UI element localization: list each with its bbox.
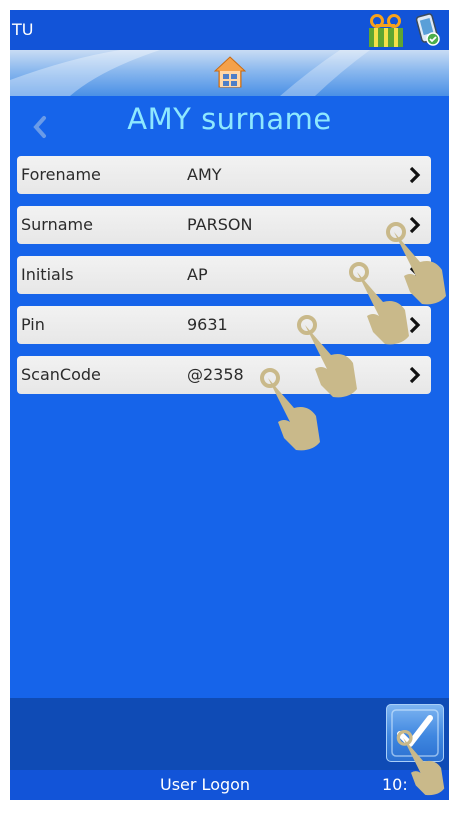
chevron-right-icon [409,316,421,334]
chevron-right-icon [409,166,421,184]
footer-band [10,698,449,770]
chevron-right-icon [409,216,421,234]
field-label: Surname [21,215,93,234]
field-value: 9631 [187,315,228,334]
field-label: Initials [21,265,74,284]
field-value: AMY [187,165,222,184]
clock: 10: [382,775,408,794]
chevron-right-icon [409,366,421,384]
chevron-right-icon [409,266,421,284]
checkmark-icon [391,709,439,757]
home-button[interactable] [214,55,246,89]
surname-row[interactable]: Surname PARSON [17,206,431,244]
initials-row[interactable]: Initials AP [17,256,431,294]
bottom-bar: User Logon 10: [10,770,449,800]
pin-row[interactable]: Pin 9631 [17,306,431,344]
status-bar: TU [10,10,449,50]
title-row: AMY surname [10,96,449,156]
bottom-bar-label: User Logon [160,775,251,794]
confirm-button[interactable] [386,704,444,762]
status-title: TU [12,20,34,39]
app-screen: TU AMY surname Forename AMY Surname PARS… [10,10,449,800]
scancode-row[interactable]: ScanCode @2358 [17,356,431,394]
field-label: ScanCode [21,365,101,384]
field-value: PARSON [187,215,253,234]
field-value: AP [187,265,208,284]
forename-row[interactable]: Forename AMY [17,156,431,194]
field-label: Forename [21,165,101,184]
header-bar [10,50,449,96]
field-value: @2358 [187,365,244,384]
page-title: AMY surname [127,102,332,136]
printer-status-icon[interactable] [367,14,405,48]
device-status-icon[interactable] [413,13,443,47]
field-label: Pin [21,315,45,334]
